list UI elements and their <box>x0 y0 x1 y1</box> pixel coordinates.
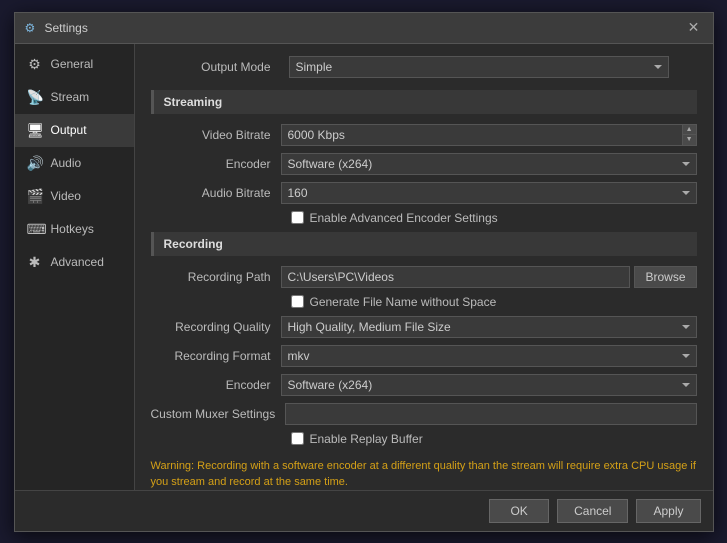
advanced-encoder-row: Enable Advanced Encoder Settings <box>151 211 697 225</box>
settings-title-icon: ⚙ <box>25 21 39 35</box>
output-mode-row: Output Mode Simple Advanced <box>151 56 697 78</box>
recording-quality-select[interactable]: High Quality, Medium File Size Indisting… <box>281 316 697 338</box>
encoder-select[interactable]: Software (x264) Hardware (NVENC) Hardwar… <box>281 153 697 175</box>
browse-button[interactable]: Browse <box>634 266 696 288</box>
replay-buffer-row: Enable Replay Buffer <box>151 432 697 446</box>
apply-button[interactable]: Apply <box>636 499 700 523</box>
sidebar-label-audio: Audio <box>51 156 82 170</box>
generate-filename-row: Generate File Name without Space <box>151 295 697 309</box>
sidebar-item-advanced[interactable]: ✱ Advanced <box>15 246 134 279</box>
main-panel: Output Mode Simple Advanced Streaming Vi… <box>135 44 713 490</box>
video-bitrate-spin[interactable]: ▲ ▼ <box>281 124 697 146</box>
sidebar-label-video: Video <box>51 189 81 203</box>
custom-muxer-row: Custom Muxer Settings <box>151 403 697 425</box>
stream-icon: 📡 <box>27 89 43 106</box>
sidebar-item-general[interactable]: ⚙ General <box>15 48 134 81</box>
video-bitrate-label: Video Bitrate <box>151 128 281 142</box>
rec-encoder-label: Encoder <box>151 378 281 392</box>
output-mode-select[interactable]: Simple Advanced <box>289 56 669 78</box>
recording-format-select[interactable]: mkv mp4 flv ts mov <box>281 345 697 367</box>
content-area: ⚙ General 📡 Stream 🖥 Output 🔊 Audio 🎬 Vi… <box>15 44 713 490</box>
video-bitrate-spin-buttons: ▲ ▼ <box>682 125 696 145</box>
title-bar: ⚙ Settings ✕ <box>15 13 713 44</box>
output-mode-label: Output Mode <box>151 60 281 74</box>
recording-format-row: Recording Format mkv mp4 flv ts mov <box>151 345 697 367</box>
warning-text: Warning: Recording with a software encod… <box>151 454 697 490</box>
audio-bitrate-select[interactable]: 128 160 192 256 320 <box>281 182 697 204</box>
general-icon: ⚙ <box>27 56 43 73</box>
generate-filename-label[interactable]: Generate File Name without Space <box>310 295 497 309</box>
video-bitrate-down[interactable]: ▼ <box>683 134 696 145</box>
encoder-label: Encoder <box>151 157 281 171</box>
output-icon: 🖥 <box>27 122 43 139</box>
custom-muxer-input[interactable] <box>285 403 696 425</box>
hotkeys-icon: ⌨ <box>27 221 43 238</box>
rec-encoder-select[interactable]: Software (x264) Hardware (NVENC) Hardwar… <box>281 374 697 396</box>
recording-path-row: Recording Path Browse <box>151 266 697 288</box>
footer: OK Cancel Apply <box>15 490 713 531</box>
recording-section-header: Recording <box>151 232 697 256</box>
generate-filename-checkbox[interactable] <box>291 295 304 308</box>
settings-window: ⚙ Settings ✕ ⚙ General 📡 Stream 🖥 Output… <box>14 12 714 532</box>
replay-buffer-checkbox[interactable] <box>291 432 304 445</box>
recording-quality-row: Recording Quality High Quality, Medium F… <box>151 316 697 338</box>
ok-button[interactable]: OK <box>489 499 549 523</box>
sidebar-item-hotkeys[interactable]: ⌨ Hotkeys <box>15 213 134 246</box>
audio-bitrate-row: Audio Bitrate 128 160 192 256 320 <box>151 182 697 204</box>
audio-bitrate-label: Audio Bitrate <box>151 186 281 200</box>
video-icon: 🎬 <box>27 188 43 205</box>
sidebar-label-output: Output <box>51 123 87 137</box>
sidebar-label-general: General <box>51 57 94 71</box>
sidebar-item-output[interactable]: 🖥 Output <box>15 114 134 147</box>
sidebar: ⚙ General 📡 Stream 🖥 Output 🔊 Audio 🎬 Vi… <box>15 44 135 490</box>
sidebar-label-hotkeys: Hotkeys <box>51 222 94 236</box>
advanced-icon: ✱ <box>27 254 43 271</box>
custom-muxer-label: Custom Muxer Settings <box>151 407 286 421</box>
recording-quality-label: Recording Quality <box>151 320 281 334</box>
sidebar-item-stream[interactable]: 📡 Stream <box>15 81 134 114</box>
recording-format-label: Recording Format <box>151 349 281 363</box>
encoder-row: Encoder Software (x264) Hardware (NVENC)… <box>151 153 697 175</box>
video-bitrate-up[interactable]: ▲ <box>683 125 696 135</box>
sidebar-label-stream: Stream <box>51 90 90 104</box>
close-button[interactable]: ✕ <box>685 19 703 37</box>
video-bitrate-row: Video Bitrate ▲ ▼ <box>151 124 697 146</box>
sidebar-item-audio[interactable]: 🔊 Audio <box>15 147 134 180</box>
sidebar-label-advanced: Advanced <box>51 255 104 269</box>
sidebar-item-video[interactable]: 🎬 Video <box>15 180 134 213</box>
recording-path-input[interactable] <box>281 266 631 288</box>
window-title: Settings <box>45 21 88 35</box>
audio-icon: 🔊 <box>27 155 43 172</box>
rec-encoder-row: Encoder Software (x264) Hardware (NVENC)… <box>151 374 697 396</box>
recording-path-label: Recording Path <box>151 270 281 284</box>
title-bar-left: ⚙ Settings <box>25 21 88 35</box>
cancel-button[interactable]: Cancel <box>557 499 628 523</box>
advanced-encoder-checkbox[interactable] <box>291 211 304 224</box>
replay-buffer-label[interactable]: Enable Replay Buffer <box>310 432 423 446</box>
streaming-section-header: Streaming <box>151 90 697 114</box>
advanced-encoder-label[interactable]: Enable Advanced Encoder Settings <box>310 211 498 225</box>
video-bitrate-input[interactable] <box>282 125 682 145</box>
